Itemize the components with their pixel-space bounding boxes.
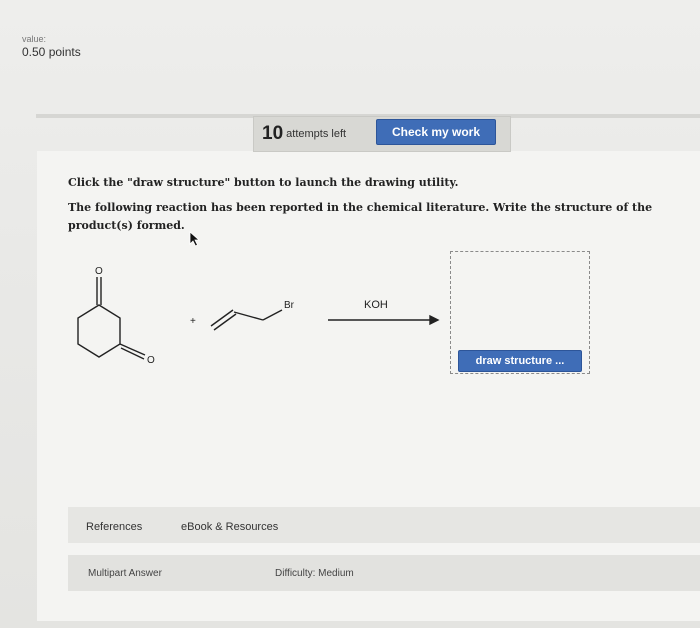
check-my-work-button[interactable]: Check my work — [376, 119, 496, 145]
attempts-label: attempts left — [286, 128, 347, 140]
allyl-bromide-structure — [210, 309, 283, 331]
question-type: Multipart Answer — [88, 568, 162, 579]
reagent-koh: KOH — [364, 299, 388, 311]
draw-structure-button[interactable]: draw structure ... — [458, 350, 582, 372]
tab-ebook-resources[interactable]: eBook & Resources — [181, 521, 278, 533]
difficulty-label: Difficulty: Medium — [275, 568, 354, 579]
bromine-label: Br — [284, 300, 295, 311]
resources-tab-row: References eBook & Resources — [68, 507, 700, 543]
plus-sign: + — [190, 316, 196, 327]
reaction-scheme: O O + Br KOH — [77, 266, 440, 366]
attempts-count: 10 — [262, 123, 284, 144]
instruction-draw-utility: Click the "draw structure" button to lau… — [68, 176, 459, 189]
instruction-reaction: The following reaction has been reported… — [68, 201, 653, 232]
attempts-left: 10 attempts left — [262, 123, 346, 145]
value-label: value: — [22, 34, 47, 44]
oxygen-label-top: O — [95, 266, 103, 277]
attempt-bar: 10 attempts left Check my work — [253, 116, 511, 152]
tab-references[interactable]: References — [86, 521, 142, 533]
mouse-cursor-icon — [189, 231, 201, 247]
reaction-arrow — [328, 314, 440, 326]
points-value: 0.50 points — [22, 45, 81, 59]
oxygen-label-ring: O — [147, 355, 155, 366]
question-footer: Multipart Answer Difficulty: Medium — [68, 555, 700, 591]
cyclohexanedione-structure — [77, 277, 146, 360]
